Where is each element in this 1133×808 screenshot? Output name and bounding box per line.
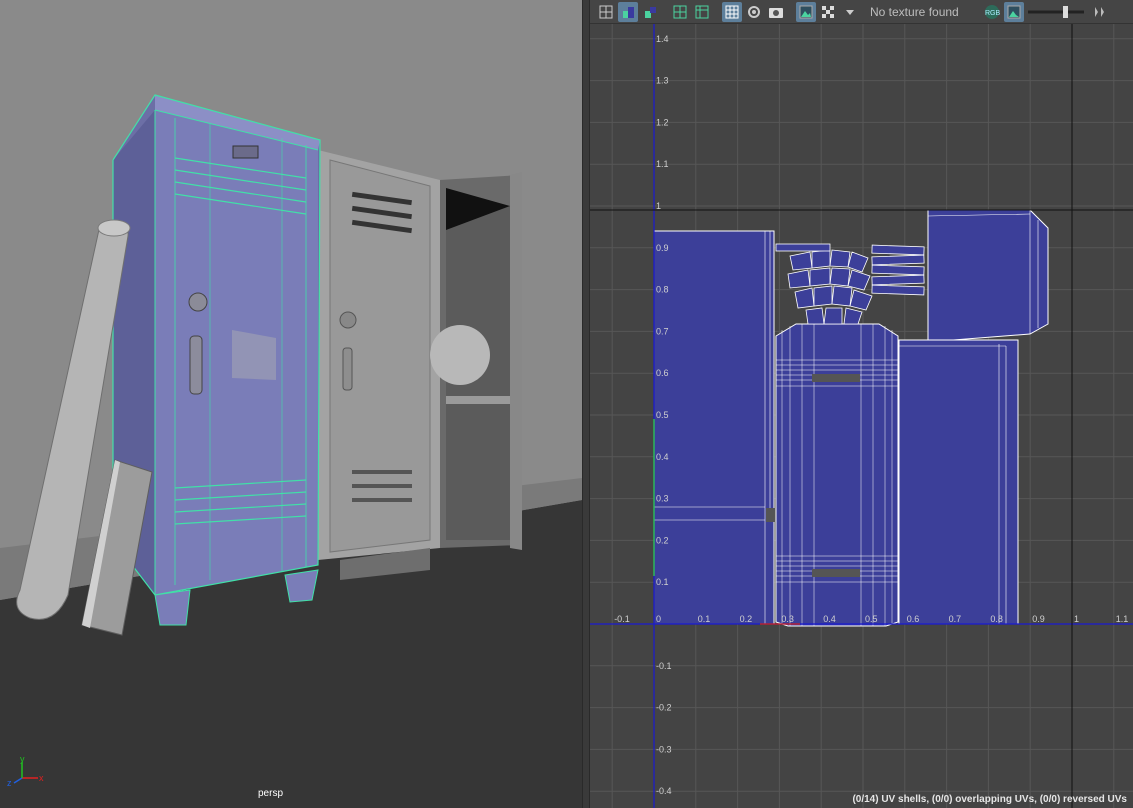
display-image-icon[interactable] [744,2,764,22]
image-icon[interactable] [796,1,816,22]
uv-shell[interactable] [653,230,776,625]
u-tick-label: 0.4 [823,614,836,624]
v-tick-label: 0.6 [656,368,669,378]
v-tick-label: -0.1 [656,661,672,671]
v-tick-label: -0.2 [656,703,672,713]
shaded-uv-icon[interactable] [640,2,660,22]
pixel-snap-icon[interactable] [692,2,712,22]
camera-label: persp [258,788,284,799]
alpha-icon[interactable] [1004,1,1024,22]
uv-shell[interactable] [775,243,831,252]
v-tick-label: 0.7 [656,326,669,336]
v-tick-label: 0.8 [656,285,669,295]
u-tick-label: 0.1 [698,614,711,624]
panel-splitter[interactable] [582,0,590,808]
u-tick-label: 0.2 [740,614,753,624]
v-tick-label: 0.2 [656,535,669,545]
uv-shell[interactable] [927,209,1049,343]
scroll-arrows-icon[interactable] [1088,2,1108,22]
u-tick-label: 1.1 [1116,614,1129,624]
u-tick-label: 0 [656,614,661,624]
uv-shell[interactable] [787,249,873,325]
v-tick-label: -0.3 [656,744,672,754]
uv-shells[interactable] [653,209,1049,627]
uv-shell[interactable] [775,323,899,627]
grey-locker [318,150,522,580]
grid-icon[interactable] [670,2,690,22]
rgb-channel-label: RGB [985,10,1001,17]
axis-z-label: z [7,778,12,786]
uv-status-bar: (0/14) UV shells, (0/0) overlapping UVs,… [852,794,1127,805]
v-tick-label: -0.4 [656,786,672,796]
u-tick-label: 0.3 [781,614,794,624]
checker-icon[interactable] [818,2,838,22]
texture-status: No texture found [870,4,959,19]
uv-shell[interactable] [871,244,925,296]
v-tick-label: 1.3 [656,76,669,86]
v-tick-label: 1 [656,201,661,211]
perspective-viewport[interactable]: x y z persp [0,0,582,808]
uv-shell[interactable] [898,339,1019,625]
uv-snapshot-icon[interactable] [596,2,616,22]
v-tick-label: 0.1 [656,577,669,587]
v-tick-label: 0.3 [656,494,669,504]
scene-render[interactable] [0,0,582,808]
dropdown-icon[interactable] [840,2,860,22]
exposure-slider[interactable] [1026,4,1086,20]
v-tick-label: 0.5 [656,410,669,420]
u-tick-label: 0.6 [907,614,920,624]
selected-locker[interactable] [112,94,321,626]
axis-x-label: x [39,773,44,783]
isolate-icon[interactable] [618,1,638,22]
v-tick-label: 1.1 [656,159,669,169]
u-tick-label: 0.5 [865,614,878,624]
u-tick-label: 0.9 [1032,614,1045,624]
uv-toolbar: No texture found RGB [590,0,1133,24]
camera-icon[interactable] [766,2,786,22]
rgb-channel-icon[interactable]: RGB [982,2,1002,22]
axis-gizmo: x y z [7,756,44,786]
checker-grid-icon[interactable] [722,1,742,22]
v-tick-label: 0.4 [656,452,669,462]
u-tick-label: 0.7 [949,614,962,624]
v-tick-label: 1.4 [656,34,669,44]
uv-canvas[interactable]: -0.1 0 0.1 0.2 0.3 0.4 0.5 0.6 0.7 0.8 0.9 1 1.1 1.4… [590,24,1133,808]
uv-editor[interactable]: No texture found RGB -0.1 0 0.1 0.2 0.3 … [590,0,1133,808]
u-tick-label: 0.8 [990,614,1003,624]
u-tick-label: -0.1 [614,614,630,624]
axis-y-label: y [20,756,25,764]
v-tick-label: 1.2 [656,117,669,127]
v-tick-label: 0.9 [656,243,669,253]
u-tick-label: 1 [1074,614,1079,624]
